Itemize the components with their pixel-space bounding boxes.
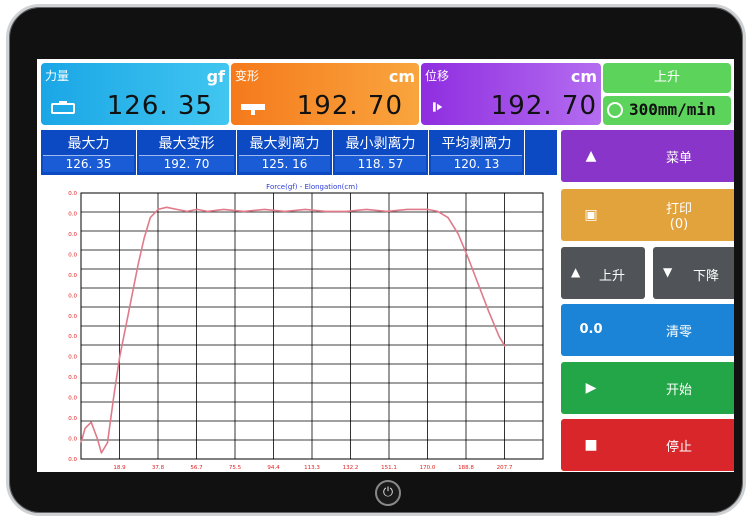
chart-svg: Force(gf) - Elongation(cm) 18.9 37.8 56.7 75…: [68, 183, 544, 471]
up-arrow-icon: ▲: [571, 265, 581, 279]
x-tick-label: 207.7: [497, 465, 513, 471]
lower-label: 下降: [693, 269, 720, 284]
raise-button-top[interactable]: 上升: [603, 63, 731, 93]
raise-label: 上升: [599, 269, 626, 284]
x-tick-label: 151.1: [381, 465, 397, 471]
y-tick-label: 0.0: [68, 293, 77, 299]
deformation-unit: cm: [388, 67, 415, 86]
y-tick-label: 0.0: [68, 334, 77, 340]
printer-icon: ▣: [584, 207, 598, 223]
ruler-icon: [241, 104, 265, 115]
stat-header: 最大剥离力: [249, 136, 320, 152]
stat-value: 125. 16: [239, 155, 330, 172]
print-count: (0): [669, 217, 689, 232]
x-tick-label: 75.5: [229, 465, 242, 471]
power-button[interactable]: ⏻: [375, 480, 401, 506]
displacement-panel: 位移 cm 192. 70: [421, 63, 601, 125]
x-tick-label: 37.8: [152, 465, 165, 471]
stat-max-deformation: 最大变形 192. 70: [137, 130, 237, 175]
x-tick-label: 94.4: [267, 465, 280, 471]
x-tick-label: 56.7: [190, 465, 203, 471]
stat-max-peel-force: 最大剥离力 125. 16: [237, 130, 333, 175]
start-button[interactable]: ▶ 开始: [561, 362, 734, 414]
x-tick-label: 188.8: [458, 465, 474, 471]
displacement-icon: [433, 102, 443, 112]
displacement-unit: cm: [570, 67, 597, 86]
stat-avg-peel-force: 平均剥离力 120. 13: [429, 130, 525, 175]
stat-header: 最大力: [67, 136, 110, 152]
y-tick-label: 0.0: [68, 457, 77, 463]
stat-value: 126. 35: [43, 155, 134, 172]
force-elongation-chart: Force(gf) - Elongation(cm) 18.9 37.8 56.7 75…: [41, 179, 559, 472]
home-icon: ▲: [585, 148, 597, 164]
y-tick-label: 0.0: [68, 273, 77, 279]
start-label: 开始: [665, 382, 692, 398]
speedometer-icon: [607, 102, 623, 118]
stat-min-peel-force: 最小剥离力 118. 57: [333, 130, 429, 175]
stat-max-force: 最大力 126. 35: [41, 130, 137, 175]
y-tick-label: 0.0: [68, 437, 77, 443]
down-arrow-icon: ▼: [663, 265, 673, 279]
x-tick-label: 132.2: [343, 465, 359, 471]
chart-title: Force(gf) - Elongation(cm): [266, 183, 358, 191]
print-button[interactable]: ▣ 打印 (0): [561, 189, 734, 241]
y-tick-label: 0.0: [68, 355, 77, 361]
y-tick-label: 0.0: [68, 396, 77, 402]
deformation-value: 192. 70: [296, 91, 403, 121]
stat-value: 192. 70: [139, 155, 234, 172]
stat-header: 最大变形: [158, 136, 215, 152]
tablet-frame: 力量 gf 126. 35 变形 cm 192. 70 位移 cm 192. 7…: [6, 4, 746, 516]
stat-value: 118. 57: [335, 155, 426, 172]
displacement-value: 192. 70: [490, 91, 597, 121]
force-value: 126. 35: [106, 91, 213, 121]
x-tick-label: 170.0: [420, 465, 436, 471]
x-tick-label: 113.3: [304, 465, 320, 471]
stat-header: 平均剥离力: [441, 136, 512, 152]
stat-header: 最小剥离力: [345, 136, 416, 152]
force-label: 力量: [45, 69, 70, 83]
y-tick-label: 0.0: [68, 232, 77, 238]
y-tick-label: 0.0: [68, 416, 77, 422]
speed-value: 300mm/min: [629, 100, 716, 119]
force-panel: 力量 gf 126. 35: [41, 63, 229, 125]
zero-label: 清零: [665, 324, 692, 340]
print-label: 打印: [665, 202, 692, 217]
stats-table: 最大力 126. 35 最大变形 192. 70 最大剥离力 125. 16 最…: [41, 130, 557, 175]
stat-value: 120. 13: [431, 155, 522, 172]
zero-button[interactable]: 0.0 清零: [561, 304, 734, 356]
x-tick-label: 18.9: [113, 465, 126, 471]
speed-display[interactable]: 300mm/min: [603, 96, 731, 125]
play-icon: ▶: [585, 380, 597, 396]
menu-label: 菜单: [665, 150, 692, 166]
zero-icon: 0.0: [579, 322, 603, 337]
raise-button[interactable]: ▲ 上升: [561, 247, 645, 299]
displacement-label: 位移: [425, 69, 450, 83]
screen: 力量 gf 126. 35 变形 cm 192. 70 位移 cm 192. 7…: [37, 59, 734, 472]
y-tick-label: 0.0: [68, 252, 77, 258]
y-tick-label: 0.0: [68, 314, 77, 320]
menu-button[interactable]: ▲ 菜单: [561, 130, 734, 182]
force-unit: gf: [206, 67, 225, 86]
deformation-label: 变形: [235, 69, 260, 83]
stop-icon: ■: [584, 437, 598, 453]
y-tick-label: 0.0: [68, 211, 77, 217]
gauge-icon: [51, 101, 75, 114]
stop-label: 停止: [665, 439, 692, 455]
y-tick-label: 0.0: [68, 191, 77, 197]
deformation-panel: 变形 cm 192. 70: [231, 63, 419, 125]
lower-button[interactable]: ▼ 下降: [653, 247, 734, 299]
stop-button[interactable]: ■ 停止: [561, 419, 734, 471]
print-label-wrap: 打印 (0): [621, 189, 734, 241]
y-tick-label: 0.0: [68, 375, 77, 381]
